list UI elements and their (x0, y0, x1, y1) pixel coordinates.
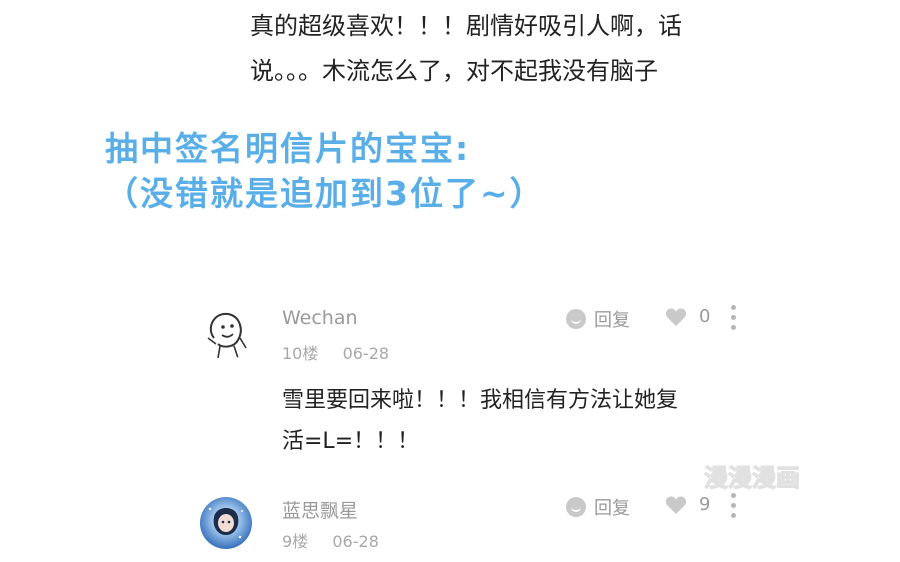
comment-date: 06-28 (332, 532, 379, 551)
more-dot-icon (731, 513, 736, 518)
avatar[interactable] (200, 308, 252, 360)
avatar[interactable] (200, 497, 252, 549)
announcement-line: 抽中签名明信片的宝宝: (105, 129, 471, 168)
announcement-headline: 抽中签名明信片的宝宝: （没错就是追加到3位了~） (105, 126, 805, 216)
watermark-text: 漫漫漫画 (704, 464, 800, 492)
announcement-line: （没错就是追加到3位了~） (105, 174, 545, 213)
username[interactable]: Wechan (282, 307, 358, 329)
comment-text-line: 雪里要回来啦！！！我相信有方法让她复 (282, 388, 679, 413)
reply-icon (566, 497, 586, 517)
previous-comment-text: 真的超级喜欢！！！剧情好吸引人啊，话 说。。。木流怎么了，对不起我没有脑子 (250, 4, 770, 94)
comment-date: 06-28 (342, 344, 390, 363)
floor-number: 9楼 (282, 532, 309, 551)
heart-icon (665, 495, 687, 514)
more-options-button[interactable] (731, 305, 737, 330)
more-dot-icon (731, 325, 736, 330)
reply-icon (566, 309, 586, 329)
floor-number: 10楼 (282, 344, 319, 363)
like-count: 0 (699, 306, 711, 327)
heart-icon (665, 307, 687, 326)
comment-meta: 9楼 06-28 (282, 528, 379, 552)
more-dot-icon (731, 315, 736, 320)
anime-avatar-icon (208, 507, 243, 539)
previous-comment-line: 真的超级喜欢！！！剧情好吸引人啊，话 (250, 12, 682, 40)
reply-button[interactable]: 回复 (566, 494, 630, 520)
comment-meta: 10楼 06-28 (282, 340, 389, 364)
reply-label: 回复 (594, 310, 630, 331)
doodle-avatar-icon (207, 312, 247, 359)
more-dot-icon (731, 305, 736, 310)
comment-text-line: 活=L=！！！ (282, 429, 420, 454)
more-dot-icon (731, 503, 736, 508)
reply-button[interactable]: 回复 (566, 306, 630, 332)
like-button[interactable]: 0 (665, 306, 710, 327)
comment-text: 雪里要回来啦！！！我相信有方法让她复 活=L=！！！ (282, 380, 752, 462)
username[interactable]: 蓝思飘星 (282, 496, 358, 523)
reply-label: 回复 (594, 498, 630, 519)
site-watermark-logo: 漫漫漫画 (700, 458, 870, 498)
previous-comment-line: 说。。。木流怎么了，对不起我没有脑子 (250, 57, 658, 85)
